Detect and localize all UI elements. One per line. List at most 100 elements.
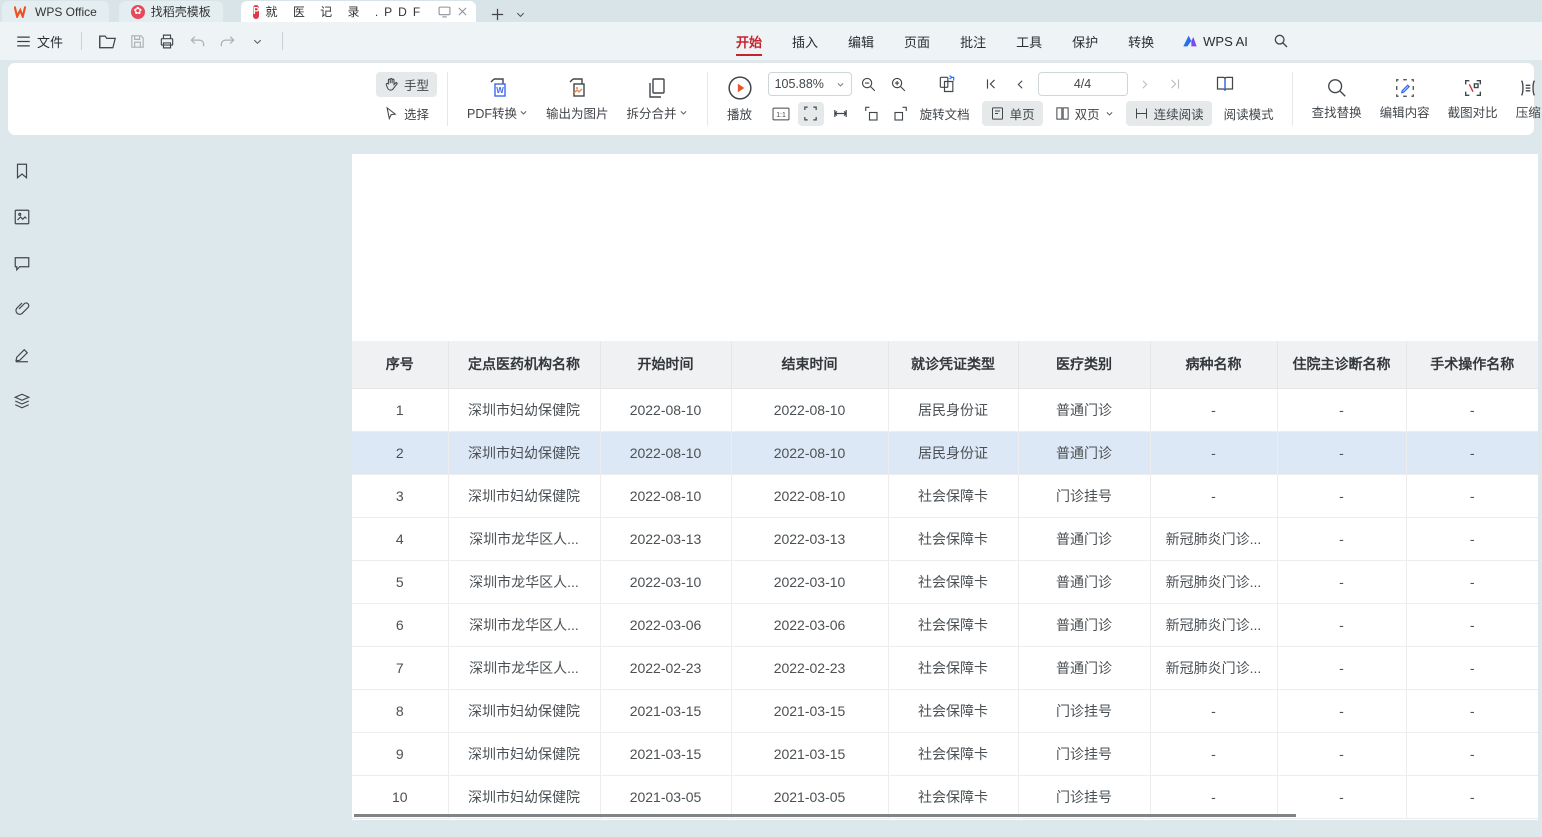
- menu-tab-2[interactable]: 编辑: [840, 26, 882, 57]
- docer-icon: ✿: [131, 5, 145, 19]
- comments-panel-button[interactable]: [8, 249, 36, 277]
- redo-button[interactable]: [214, 29, 240, 53]
- rotate-right-button[interactable]: [888, 102, 914, 126]
- comment-icon: [13, 254, 31, 272]
- table-cell: 深圳市龙华区人...: [448, 517, 600, 560]
- table-cell: 深圳市妇幼保健院: [448, 732, 600, 775]
- undo-button[interactable]: [184, 29, 210, 53]
- menu-tab-6[interactable]: 保护: [1064, 26, 1106, 57]
- table-cell: 8: [352, 689, 448, 732]
- find-replace-button[interactable]: 查找替换: [1303, 73, 1371, 125]
- double-page-label: 双页: [1075, 104, 1100, 123]
- table-cell: 深圳市妇幼保健院: [448, 388, 600, 431]
- attachments-panel-button[interactable]: [8, 295, 36, 323]
- table-row: 2深圳市妇幼保健院2022-08-102022-08-10居民身份证普通门诊--…: [352, 431, 1538, 474]
- document-workspace: 序号定点医药机构名称开始时间结束时间就诊凭证类型医疗类别病种名称住院主诊断名称手…: [0, 137, 1542, 837]
- play-label: 播放: [727, 104, 752, 123]
- table-cell: 社会保障卡: [888, 517, 1018, 560]
- open-file-button[interactable]: [94, 29, 120, 53]
- single-page-button[interactable]: 单页: [982, 101, 1043, 126]
- table-cell: 2022-03-13: [731, 517, 888, 560]
- menu-tab-4[interactable]: 批注: [952, 26, 994, 57]
- column-header: 结束时间: [731, 341, 888, 388]
- double-page-button[interactable]: 双页: [1047, 101, 1122, 126]
- chevron-down-icon: [679, 108, 688, 117]
- tab-list-chevron-icon[interactable]: [515, 9, 526, 20]
- rotate-document-button[interactable]: 旋转文档: [918, 101, 978, 126]
- table-row: 9深圳市妇幼保健院2021-03-152021-03-15社会保障卡门诊挂号--…: [352, 732, 1538, 775]
- table-cell: 门诊挂号: [1018, 474, 1150, 517]
- menu-tab-1[interactable]: 插入: [784, 26, 826, 57]
- export-image-button[interactable]: 输出为图片: [537, 72, 618, 126]
- table-cell: 2021-03-05: [600, 775, 731, 818]
- fit-page-button[interactable]: [828, 102, 854, 126]
- zoom-level-select[interactable]: 105.88%: [768, 72, 852, 96]
- new-tab-icon[interactable]: [490, 7, 505, 22]
- menu-tab-3[interactable]: 页面: [896, 26, 938, 57]
- rotate-left-button[interactable]: [858, 102, 884, 126]
- first-page-button[interactable]: [978, 72, 1004, 96]
- thumbnails-panel-button[interactable]: [8, 203, 36, 231]
- continuous-read-button[interactable]: 连续阅读: [1126, 101, 1212, 126]
- table-cell: 普通门诊: [1018, 388, 1150, 431]
- print-button[interactable]: [154, 29, 180, 53]
- table-cell: 社会保障卡: [888, 732, 1018, 775]
- tab-wps-office[interactable]: WPS Office: [2, 1, 109, 22]
- read-mode-button[interactable]: 阅读模式: [1216, 101, 1282, 126]
- compress-button[interactable]: 压缩: [1507, 73, 1542, 125]
- table-cell: 普通门诊: [1018, 603, 1150, 646]
- layers-panel-button[interactable]: [8, 387, 36, 415]
- pdf-page[interactable]: 序号定点医药机构名称开始时间结束时间就诊凭证类型医疗类别病种名称住院主诊断名称手…: [352, 154, 1538, 820]
- signature-panel-button[interactable]: [8, 341, 36, 369]
- read-mode-icon-button[interactable]: [1212, 72, 1238, 96]
- screenshot-compare-icon: [1462, 77, 1484, 99]
- zoom-in-button[interactable]: [886, 72, 912, 96]
- last-page-button[interactable]: [1162, 72, 1188, 96]
- actual-size-button[interactable]: 1:1: [768, 102, 794, 126]
- table-cell: 居民身份证: [888, 388, 1018, 431]
- menu-tab-0[interactable]: 开始: [728, 26, 770, 57]
- zoom-out-button[interactable]: [856, 72, 882, 96]
- table-cell: 2022-03-10: [731, 560, 888, 603]
- menu-tab-5[interactable]: 工具: [1008, 26, 1050, 57]
- tab-docer[interactable]: ✿ 找稻壳模板: [119, 1, 223, 22]
- next-page-button[interactable]: [1132, 72, 1158, 96]
- table-cell: 社会保障卡: [888, 474, 1018, 517]
- pdf-convert-button[interactable]: W PDF转换: [458, 72, 537, 126]
- column-header: 手术操作名称: [1406, 341, 1538, 388]
- page-indicator-input[interactable]: 4/4: [1038, 72, 1128, 96]
- tab-label: WPS Office: [35, 5, 97, 19]
- wps-ai-icon: [1182, 34, 1198, 48]
- prev-page-button[interactable]: [1008, 72, 1034, 96]
- fit-width-button[interactable]: [798, 102, 824, 126]
- hand-tool-button[interactable]: 手型: [376, 72, 437, 97]
- ribbon-toolbar: 手型 选择 W PDF转换 输出为图片 拆分合并 播放 105.88%: [7, 62, 1535, 136]
- single-page-icon: [990, 106, 1005, 121]
- table-cell: -: [1277, 646, 1406, 689]
- save-button[interactable]: [124, 29, 150, 53]
- select-tool-button[interactable]: 选择: [376, 101, 437, 126]
- bookmarks-panel-button[interactable]: [8, 157, 36, 185]
- swap-pages-button[interactable]: [934, 72, 960, 96]
- table-cell: 7: [352, 646, 448, 689]
- close-tab-icon[interactable]: [457, 6, 468, 17]
- table-cell: 普通门诊: [1018, 560, 1150, 603]
- edit-content-button[interactable]: 编辑内容: [1371, 73, 1439, 125]
- cursor-icon: [384, 106, 399, 121]
- menu-search-button[interactable]: [1268, 29, 1294, 53]
- play-button[interactable]: 播放: [718, 71, 762, 127]
- first-page-icon: [984, 77, 998, 91]
- split-merge-button[interactable]: 拆分合并: [618, 72, 697, 126]
- menu-wps-ai[interactable]: WPS AI: [1176, 30, 1254, 53]
- present-mode-icon[interactable]: [438, 6, 451, 18]
- pdf-file-icon: P: [253, 5, 260, 19]
- tab-document-active[interactable]: P 就 医 记 录 .PDF: [241, 1, 476, 22]
- select-tool-label: 选择: [404, 104, 429, 123]
- table-cell: 深圳市妇幼保健院: [448, 474, 600, 517]
- menu-tab-7[interactable]: 转换: [1120, 26, 1162, 57]
- quick-toolbar-chevron[interactable]: [244, 29, 270, 53]
- horizontal-scrollbar[interactable]: [354, 814, 1296, 817]
- table-cell: 居民身份证: [888, 431, 1018, 474]
- screenshot-compare-button[interactable]: 截图对比: [1439, 73, 1507, 125]
- file-menu-button[interactable]: 文件: [10, 28, 69, 55]
